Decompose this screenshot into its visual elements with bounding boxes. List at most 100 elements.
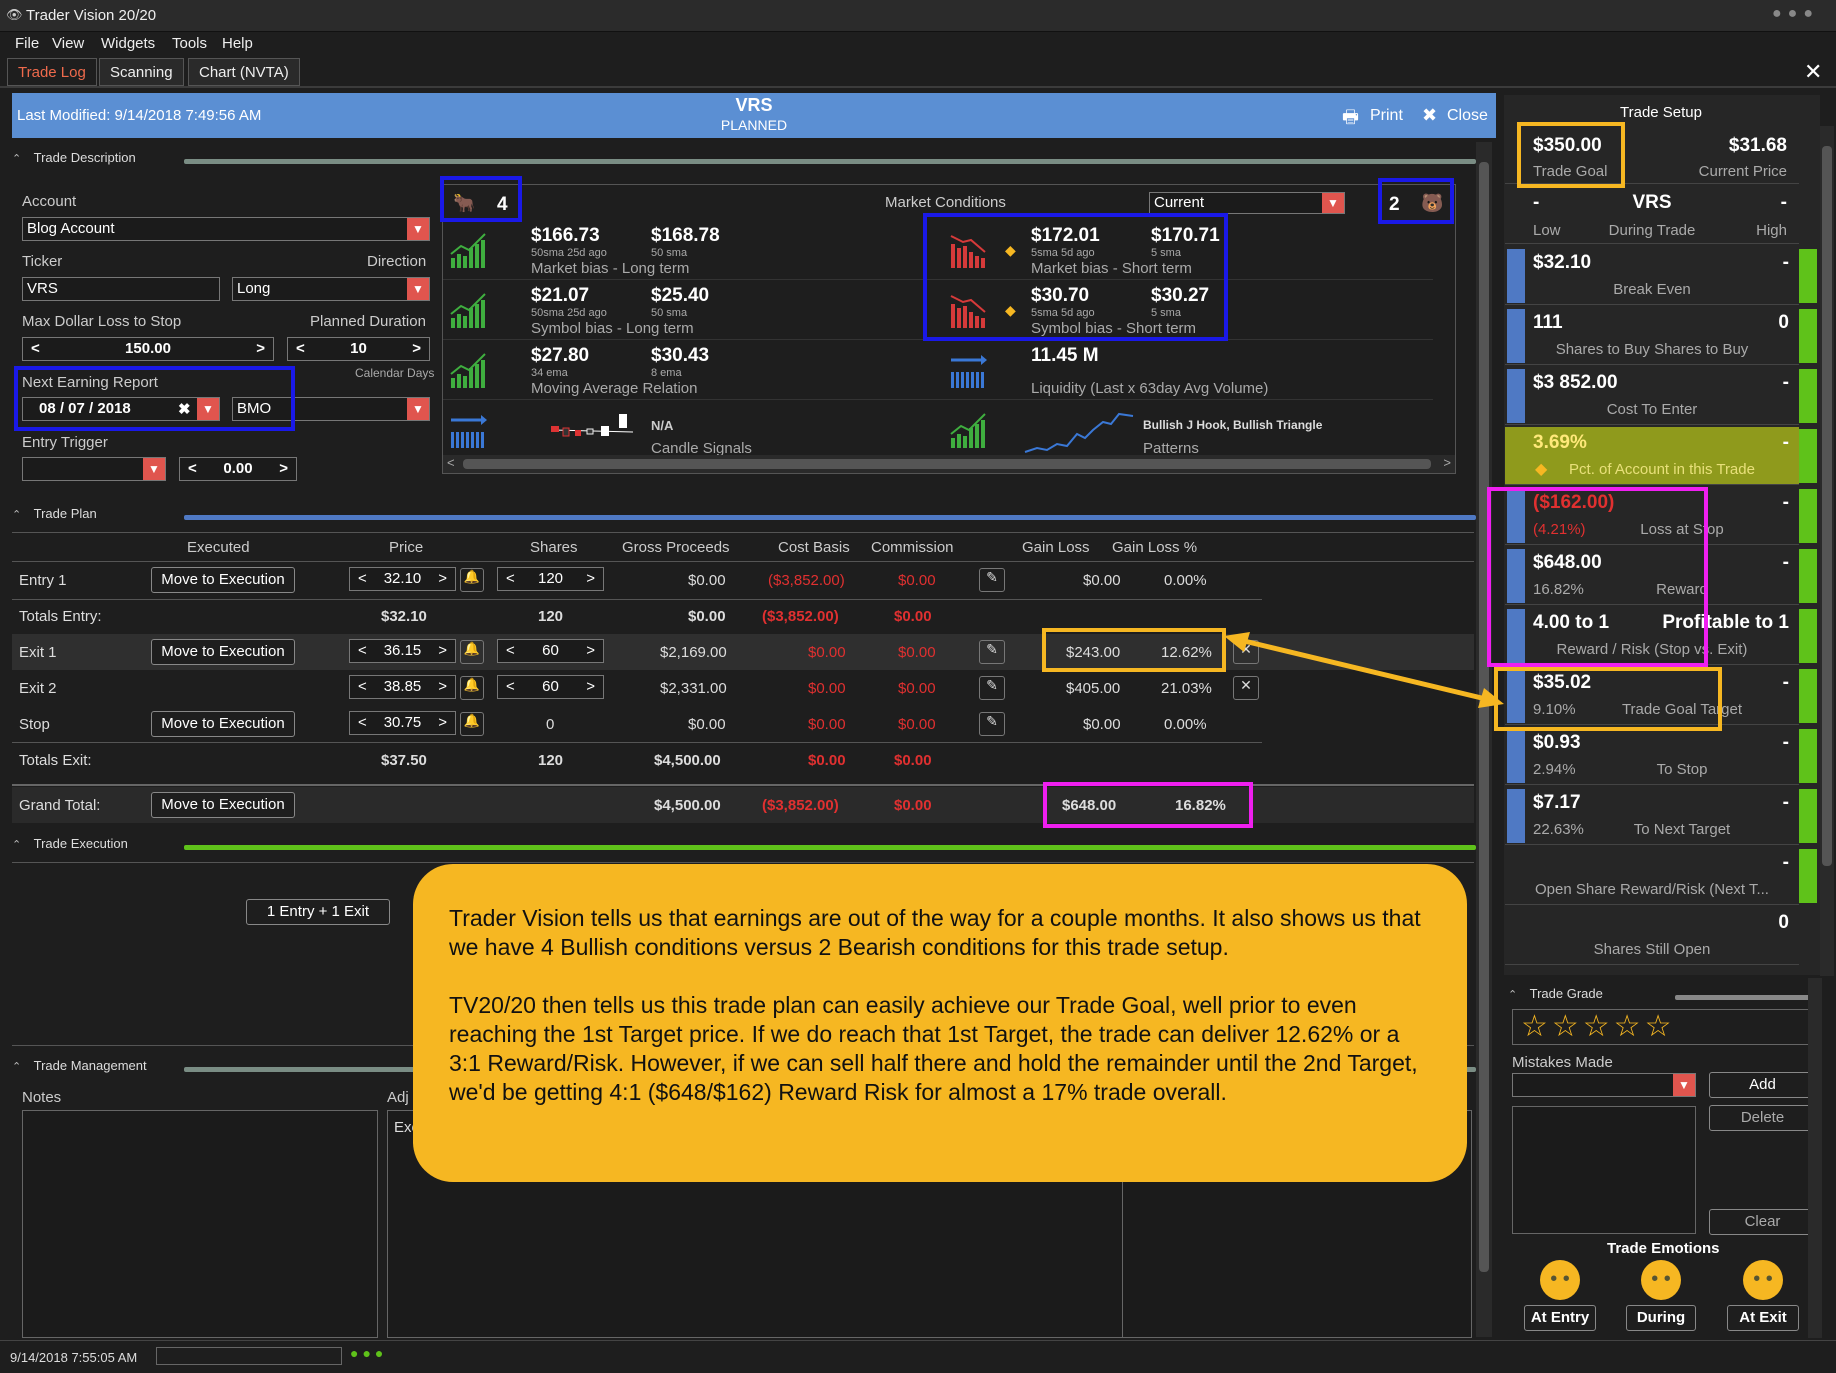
collapse-icon[interactable]: ⌃ (12, 508, 26, 521)
chevron-right-icon[interactable]: > (586, 642, 595, 659)
chevron-right-icon[interactable]: > (586, 678, 595, 695)
mistakes-list[interactable] (1512, 1106, 1696, 1234)
chevron-right-icon[interactable]: > (1443, 455, 1451, 470)
at-entry-button[interactable]: At Entry (1524, 1305, 1596, 1331)
move-to-execution-button[interactable]: Move to Execution (151, 711, 295, 737)
section-trade-execution[interactable]: ⌃ Trade Execution (12, 836, 1476, 860)
chevron-right-icon[interactable]: > (438, 642, 447, 659)
tab-scanning[interactable]: Scanning (99, 58, 184, 86)
conditions-hscrollbar-thumb[interactable] (463, 459, 1431, 469)
chevron-right-icon[interactable]: > (438, 678, 447, 695)
move-to-execution-button[interactable]: Move to Execution (151, 639, 295, 665)
emotion-entry-icon[interactable]: • • (1540, 1260, 1580, 1300)
chevron-down-icon[interactable]: ▼ (143, 458, 165, 480)
section-trade-plan[interactable]: ⌃ Trade Plan (12, 506, 1476, 530)
chevron-right-icon[interactable]: > (438, 570, 447, 587)
max-loss-stepper[interactable]: < 150.00 > (22, 337, 274, 361)
chevron-down-icon[interactable]: ▼ (1673, 1074, 1695, 1096)
chevron-right-icon[interactable]: > (438, 714, 447, 731)
close-button[interactable]: Close (1447, 107, 1488, 125)
chevron-left-icon[interactable]: < (506, 570, 515, 587)
section-trade-grade[interactable]: ⌃ Trade Grade (1508, 986, 1820, 1010)
grade-scrollbar[interactable] (1808, 978, 1822, 1338)
chevron-right-icon[interactable]: > (412, 340, 421, 357)
collapse-icon[interactable]: ⌃ (12, 1060, 26, 1073)
condition-selector[interactable]: Current ▼ (1149, 192, 1345, 214)
emotion-exit-icon[interactable]: • • (1743, 1260, 1783, 1300)
emotion-during-icon[interactable]: • • (1641, 1260, 1681, 1300)
menu-view[interactable]: View (52, 35, 84, 52)
chevron-left-icon[interactable]: < (358, 642, 367, 659)
chevron-down-icon[interactable]: ▼ (407, 398, 429, 420)
execution-mode-button[interactable]: 1 Entry + 1 Exit (246, 899, 390, 925)
at-exit-button[interactable]: At Exit (1727, 1305, 1799, 1331)
chevron-left-icon[interactable]: < (296, 340, 305, 357)
collapse-icon[interactable]: ⌃ (12, 838, 26, 851)
edit-icon[interactable]: ✎ (979, 640, 1005, 664)
chevron-left-icon[interactable]: < (506, 642, 515, 659)
chevron-left-icon[interactable]: < (447, 455, 455, 470)
entry-trigger-select[interactable]: ▼ (22, 457, 166, 481)
chevron-down-icon[interactable]: ▼ (407, 278, 429, 300)
duration-stepper[interactable]: < 10 > (287, 337, 430, 361)
edit-icon[interactable]: ✎ (979, 712, 1005, 736)
move-to-execution-button[interactable]: Move to Execution (151, 567, 295, 593)
ticker-input[interactable]: VRS (22, 277, 220, 301)
chevron-down-icon[interactable]: ▼ (1322, 193, 1344, 213)
cost-value: $0.00 (808, 716, 846, 733)
clear-mistakes-button[interactable]: Clear (1709, 1209, 1816, 1235)
close-icon[interactable]: ✖ (1422, 105, 1437, 126)
account-select[interactable]: Blog Account ▼ (22, 217, 430, 241)
bell-icon[interactable]: 🔔 (460, 712, 484, 736)
chevron-left-icon[interactable]: < (506, 678, 515, 695)
bell-icon[interactable]: 🔔 (460, 568, 484, 592)
bell-icon[interactable]: 🔔 (460, 676, 484, 700)
price-stepper[interactable]: <32.10 > (349, 567, 456, 591)
shares-stepper[interactable]: <60 > (497, 675, 604, 699)
menu-file[interactable]: File (15, 35, 39, 52)
mistakes-select[interactable]: ▼ (1512, 1073, 1696, 1097)
edit-icon[interactable]: ✎ (979, 676, 1005, 700)
add-mistake-button[interactable]: Add (1709, 1072, 1816, 1098)
chevron-right-icon[interactable]: > (279, 460, 288, 477)
bell-icon[interactable]: 🔔 (460, 640, 484, 664)
chevron-right-icon[interactable]: > (586, 570, 595, 587)
price-stepper[interactable]: <38.85 > (349, 675, 456, 699)
direction-select[interactable]: Long ▼ (232, 277, 430, 301)
tab-chart[interactable]: Chart (NVTA) (188, 58, 300, 86)
during-button[interactable]: During (1626, 1305, 1696, 1331)
collapse-icon[interactable]: ⌃ (12, 152, 26, 165)
chevron-left-icon[interactable]: < (188, 460, 197, 477)
section-trade-description[interactable]: ⌃ Trade Description (12, 150, 1476, 174)
price-stepper[interactable]: <36.15 > (349, 639, 456, 663)
move-to-execution-button[interactable]: Move to Execution (151, 792, 295, 818)
conditions-hscrollbar[interactable]: < > (443, 455, 1455, 473)
notes-textarea[interactable] (22, 1110, 378, 1338)
main-scrollbar-thumb[interactable] (1479, 162, 1489, 1272)
print-button[interactable]: Print (1370, 107, 1403, 125)
price-stepper[interactable]: <30.75 > (349, 711, 456, 735)
shares-stepper[interactable]: <120 > (497, 567, 604, 591)
main-scrollbar[interactable] (1476, 142, 1492, 1337)
entry-trigger-stepper[interactable]: < 0.00 > (179, 457, 297, 481)
delete-mistake-button[interactable]: Delete (1709, 1105, 1816, 1131)
star-rating[interactable]: ☆☆☆☆☆ (1512, 1009, 1816, 1045)
tab-trade-log[interactable]: Trade Log (7, 58, 97, 86)
menu-tools[interactable]: Tools (172, 35, 207, 52)
setup-scrollbar-thumb[interactable] (1822, 146, 1832, 866)
collapse-icon[interactable]: ⌃ (1508, 988, 1522, 1001)
setup-scrollbar[interactable] (1820, 126, 1834, 976)
chevron-left-icon[interactable]: < (358, 714, 367, 731)
print-icon[interactable]: 🖶 (1342, 105, 1359, 135)
chevron-left-icon[interactable]: < (31, 340, 40, 357)
close-tab-icon[interactable]: ✕ (1804, 59, 1822, 85)
chevron-down-icon[interactable]: ▼ (407, 218, 429, 240)
shares-stepper[interactable]: <60 > (497, 639, 604, 663)
chevron-left-icon[interactable]: < (358, 678, 367, 695)
menu-help[interactable]: Help (222, 35, 253, 52)
window-controls-icon[interactable]: ●●● (1772, 5, 1819, 23)
chevron-right-icon[interactable]: > (256, 340, 265, 357)
edit-icon[interactable]: ✎ (979, 568, 1005, 592)
menu-widgets[interactable]: Widgets (101, 35, 155, 52)
chevron-left-icon[interactable]: < (358, 570, 367, 587)
